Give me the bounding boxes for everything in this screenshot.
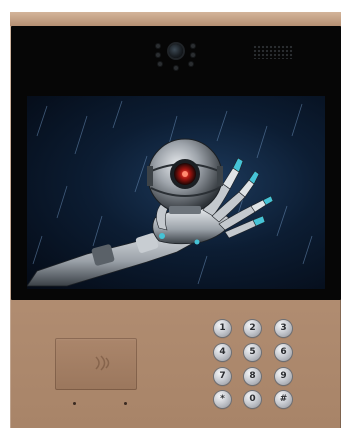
keypad-key-2[interactable]: 2	[244, 320, 261, 337]
ir-led	[191, 53, 195, 57]
ir-led	[174, 66, 178, 70]
keypad-key-4[interactable]: 4	[214, 344, 231, 361]
keypad-key-star[interactable]: *	[214, 391, 231, 408]
intercom-device-photo: 1 2 3 4 5 6 7 8 9 * 0 #	[0, 0, 342, 428]
keypad-key-7[interactable]: 7	[214, 368, 231, 385]
keypad-key-hash[interactable]: #	[275, 391, 292, 408]
display-screen	[27, 96, 325, 289]
keypad-key-1[interactable]: 1	[214, 320, 231, 337]
keypad-key-6[interactable]: 6	[275, 344, 292, 361]
ir-led	[156, 53, 160, 57]
robot-illustration	[27, 100, 313, 287]
ir-led	[191, 44, 195, 48]
nfc-card-icon	[95, 355, 110, 371]
ir-led	[189, 62, 193, 66]
microphone-hole	[73, 402, 76, 405]
keypad-key-5[interactable]: 5	[244, 344, 261, 361]
camera-lens-icon	[169, 44, 183, 58]
ir-led	[158, 62, 162, 66]
keypad-key-8[interactable]: 8	[244, 368, 261, 385]
keypad-key-3[interactable]: 3	[275, 320, 292, 337]
keypad-key-0[interactable]: 0	[244, 391, 261, 408]
ir-led	[156, 44, 160, 48]
speaker-grille	[253, 45, 293, 59]
faceplate-top-edge	[10, 12, 341, 26]
microphone-hole	[124, 402, 127, 405]
keypad-key-9[interactable]: 9	[275, 368, 292, 385]
